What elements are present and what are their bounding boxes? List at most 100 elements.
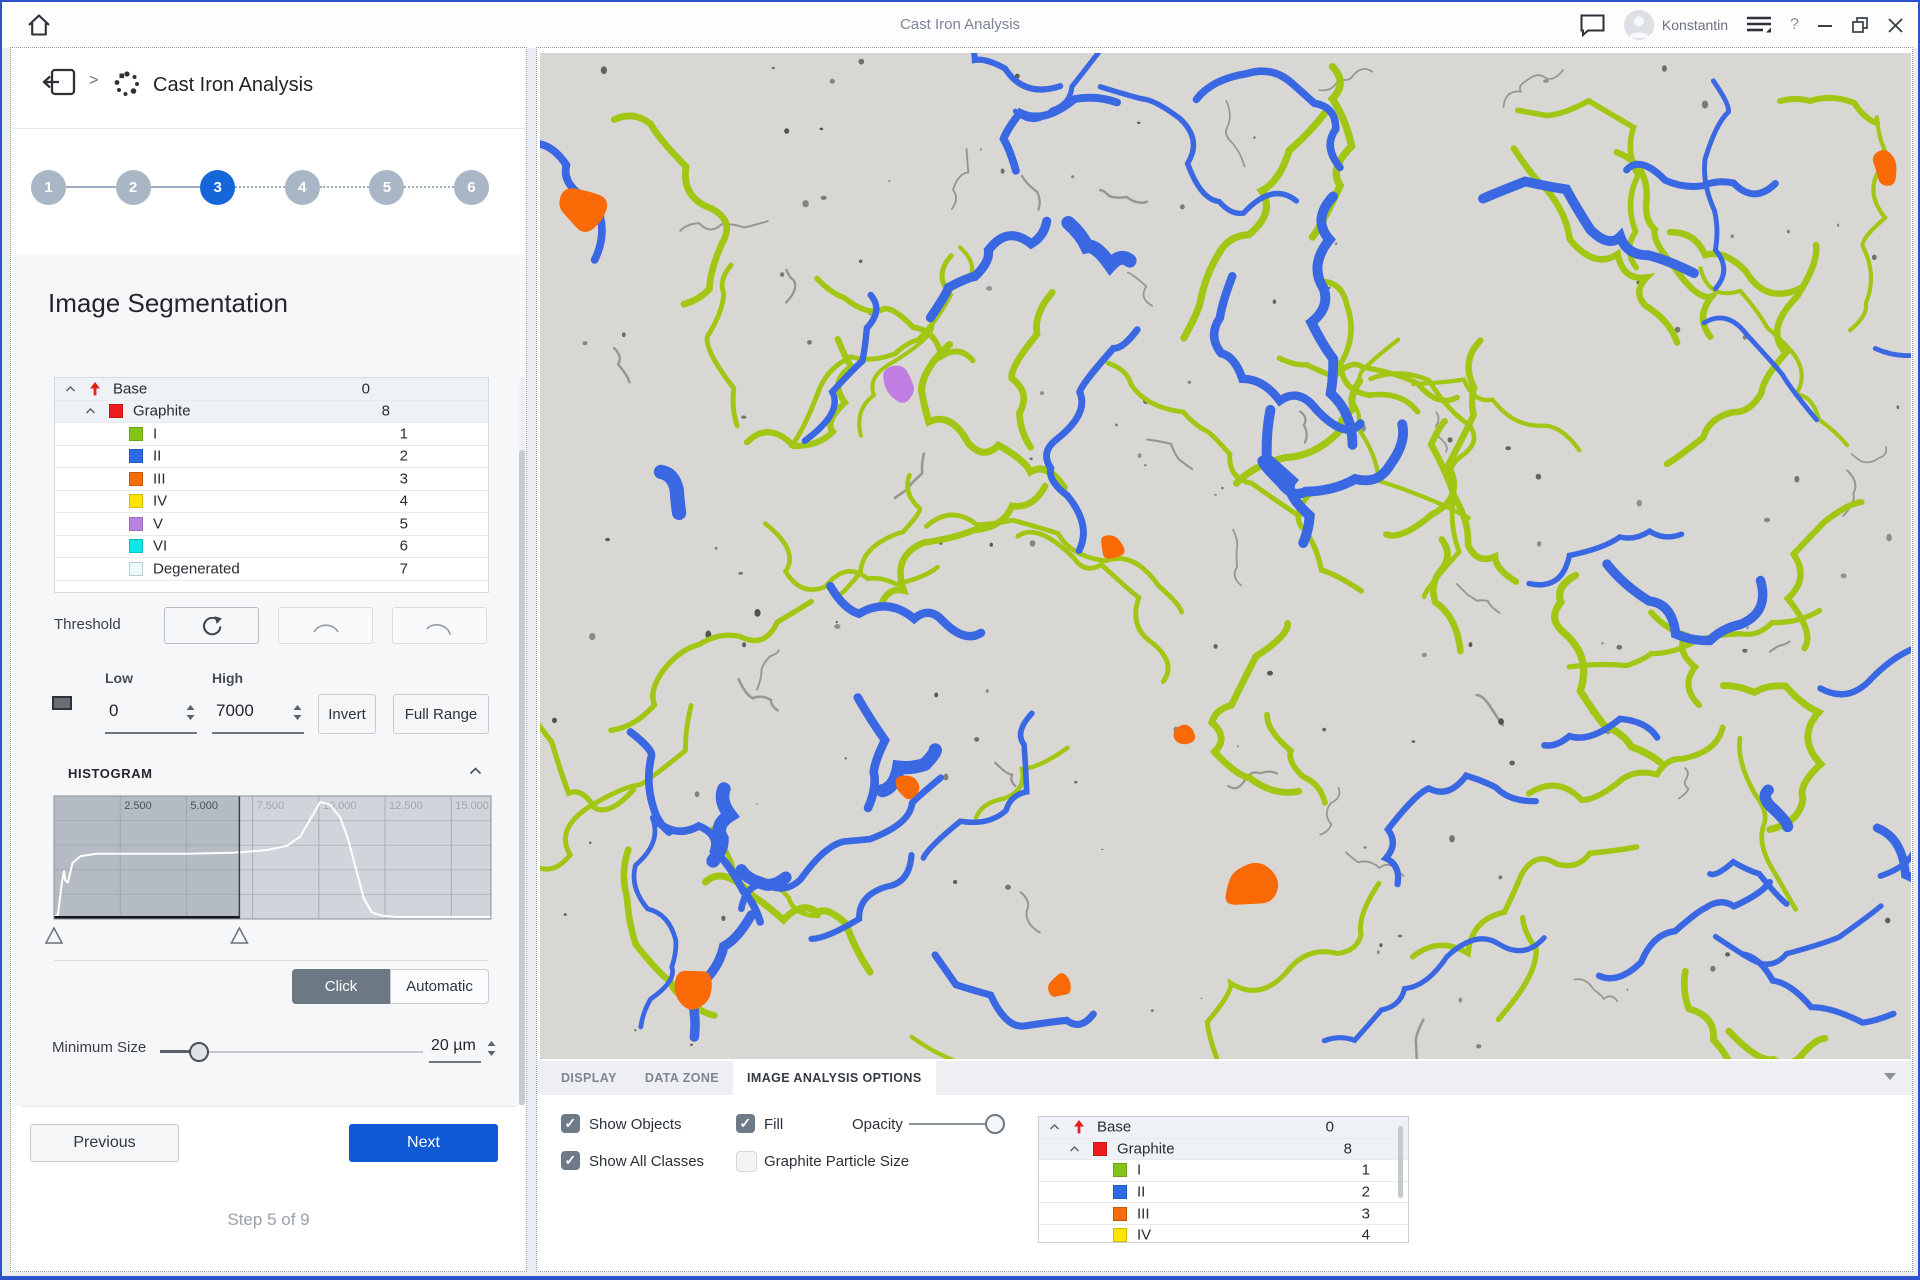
previous-button[interactable]: Previous bbox=[30, 1124, 179, 1162]
class-row-i[interactable]: I1 bbox=[55, 423, 488, 446]
class-row-base[interactable]: Base0 bbox=[55, 378, 488, 401]
class-row-iii[interactable]: III3 bbox=[1039, 1203, 1408, 1225]
viewer-panel: DISPLAYDATA ZONEIMAGE ANALYSIS OPTIONS S… bbox=[536, 47, 1913, 1272]
wizard-step-5[interactable]: 5 bbox=[369, 170, 404, 205]
svg-text:7.500: 7.500 bbox=[257, 800, 285, 812]
step-wizard: 1 2 3 4 5 6 bbox=[31, 169, 489, 205]
wizard-step-1[interactable]: 1 bbox=[31, 170, 66, 205]
close-icon[interactable] bbox=[1887, 17, 1904, 34]
histogram-chart[interactable]: 2.5005.0007.50010.00012.50015.000 bbox=[54, 796, 491, 946]
class-color-swatch bbox=[109, 404, 123, 418]
histogram-range-handle[interactable] bbox=[231, 928, 247, 943]
graphite-particle-size-checkbox[interactable] bbox=[736, 1151, 757, 1172]
wizard-step-2[interactable]: 2 bbox=[116, 170, 151, 205]
feedback-icon[interactable] bbox=[1579, 13, 1606, 37]
minimum-size-label: Minimum Size bbox=[52, 1039, 146, 1056]
class-row-graphite[interactable]: Graphite8 bbox=[1039, 1139, 1408, 1161]
reset-threshold-button[interactable] bbox=[164, 607, 259, 644]
divider bbox=[54, 960, 488, 961]
class-count: 1 bbox=[1362, 1162, 1370, 1179]
class-count: 1 bbox=[400, 425, 408, 442]
minimum-size-stepper[interactable] bbox=[487, 1040, 496, 1057]
undo-button[interactable] bbox=[278, 607, 373, 644]
tab-data-zone[interactable]: DATA ZONE bbox=[631, 1061, 733, 1095]
minimum-size-value[interactable]: 20 µm bbox=[431, 1037, 476, 1055]
class-label: Graphite bbox=[133, 403, 191, 420]
class-count: 0 bbox=[1326, 1119, 1334, 1136]
wizard-step-6[interactable]: 6 bbox=[454, 170, 489, 205]
base-arrow-icon bbox=[89, 382, 101, 396]
class-label: IV bbox=[1137, 1227, 1151, 1243]
class-row-degenerated[interactable]: Degenerated7 bbox=[55, 558, 488, 581]
opacity-slider-track[interactable] bbox=[909, 1123, 995, 1125]
class-row-iv[interactable]: IV 4 bbox=[55, 491, 488, 514]
class-row-ii[interactable]: II2 bbox=[1039, 1182, 1408, 1204]
class-color-swatch bbox=[1113, 1185, 1127, 1199]
show-all-classes-label: Show All Classes bbox=[589, 1153, 704, 1170]
minimize-icon[interactable] bbox=[1817, 17, 1833, 33]
mode-automatic-button[interactable]: Automatic bbox=[390, 969, 489, 1004]
high-underline bbox=[212, 732, 304, 734]
class-label: II bbox=[153, 448, 161, 465]
exit-workflow-icon[interactable] bbox=[41, 66, 77, 98]
class-color-swatch bbox=[129, 494, 143, 508]
class-row-iv[interactable]: IV4 bbox=[1039, 1225, 1408, 1243]
class-count: 3 bbox=[1362, 1205, 1370, 1222]
high-stepper[interactable] bbox=[293, 704, 302, 721]
collapse-chevron-icon[interactable] bbox=[65, 385, 76, 392]
tab-overflow-icon[interactable] bbox=[1884, 1073, 1896, 1080]
full-range-button[interactable]: Full Range bbox=[393, 694, 489, 734]
redo-button[interactable] bbox=[392, 607, 487, 644]
opacity-slider-knob[interactable] bbox=[985, 1114, 1005, 1134]
low-label: Low bbox=[105, 670, 133, 686]
class-row-graphite[interactable]: Graphite8 bbox=[55, 401, 488, 424]
show-objects-checkbox[interactable] bbox=[561, 1114, 580, 1133]
collapse-chevron-icon[interactable] bbox=[1049, 1124, 1060, 1131]
class-row-i[interactable]: I1 bbox=[1039, 1160, 1408, 1182]
menu-icon[interactable] bbox=[1746, 15, 1772, 35]
low-value-input[interactable]: 0 bbox=[109, 701, 118, 721]
minimum-size-underline bbox=[429, 1061, 481, 1063]
class-label: IV bbox=[153, 493, 167, 510]
divider bbox=[21, 1106, 516, 1107]
class-row-base[interactable]: Base0 bbox=[1039, 1117, 1408, 1139]
histogram-collapse-icon[interactable] bbox=[469, 767, 482, 775]
collapse-chevron-icon[interactable] bbox=[85, 408, 96, 415]
help-icon[interactable]: ? bbox=[1790, 16, 1799, 34]
class-label: V bbox=[153, 515, 163, 532]
tab-display[interactable]: DISPLAY bbox=[547, 1061, 631, 1095]
threshold-label: Threshold bbox=[54, 616, 121, 633]
options-tree-scrollbar-thumb[interactable] bbox=[1398, 1126, 1403, 1198]
invert-button[interactable]: Invert bbox=[318, 694, 376, 734]
class-row-ii[interactable]: II2 bbox=[55, 446, 488, 469]
opacity-label: Opacity bbox=[852, 1116, 903, 1133]
sidebar-scrollbar-thumb[interactable] bbox=[519, 450, 525, 1105]
class-color-swatch bbox=[1113, 1163, 1127, 1177]
class-row-vi[interactable]: VI6 bbox=[55, 536, 488, 559]
specimen-image[interactable] bbox=[540, 53, 1911, 1059]
mode-click-button[interactable]: Click bbox=[292, 969, 390, 1004]
class-count: 4 bbox=[400, 493, 408, 510]
fill-checkbox[interactable] bbox=[736, 1114, 755, 1133]
collapse-chevron-icon[interactable] bbox=[1069, 1145, 1080, 1152]
wizard-step-3[interactable]: 3 bbox=[200, 170, 235, 205]
tab-image-analysis-options[interactable]: IMAGE ANALYSIS OPTIONS bbox=[733, 1061, 936, 1095]
histogram-title: HISTOGRAM bbox=[68, 766, 153, 781]
wizard-connector bbox=[404, 186, 454, 188]
next-button[interactable]: Next bbox=[349, 1124, 498, 1162]
minimum-size-slider-knob[interactable] bbox=[189, 1042, 209, 1062]
step-indicator: Step 5 of 9 bbox=[11, 1210, 526, 1230]
fill-label: Fill bbox=[764, 1116, 783, 1133]
high-value-input[interactable]: 7000 bbox=[216, 701, 254, 721]
class-label: I bbox=[1137, 1162, 1141, 1179]
low-stepper[interactable] bbox=[186, 704, 195, 721]
class-row-v[interactable]: V5 bbox=[55, 513, 488, 536]
workflow-dots-icon bbox=[113, 70, 141, 98]
show-all-classes-checkbox[interactable] bbox=[561, 1151, 580, 1170]
breadcrumb-label: Cast Iron Analysis bbox=[153, 74, 313, 97]
avatar[interactable] bbox=[1624, 10, 1654, 40]
wizard-step-4[interactable]: 4 bbox=[285, 170, 320, 205]
restore-icon[interactable] bbox=[1851, 16, 1869, 34]
class-row-iii[interactable]: III3 bbox=[55, 468, 488, 491]
user-name[interactable]: Konstantin bbox=[1662, 17, 1728, 33]
